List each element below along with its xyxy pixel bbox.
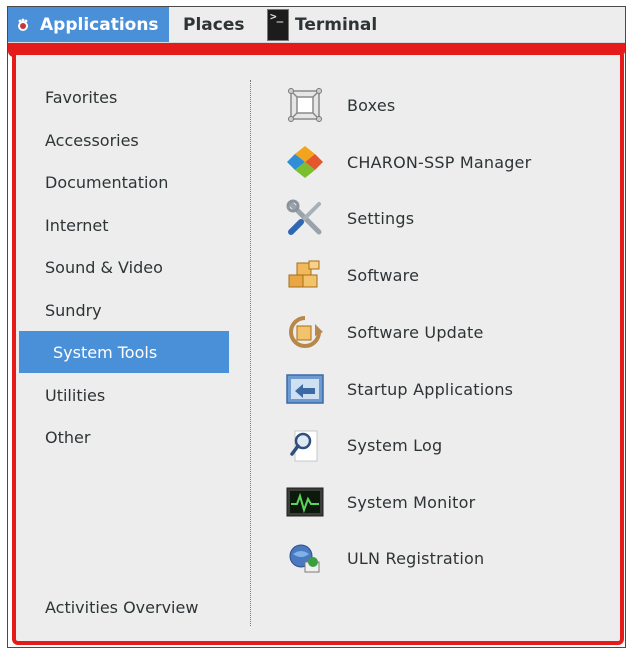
category-label: Other [45,427,91,447]
system-monitor-icon [286,487,324,517]
app-label: System Log [347,435,443,455]
category-label: Internet [45,215,109,235]
app-label: ULN Registration [347,548,485,568]
terminal-icon: >_ [267,8,289,41]
startup-applications-icon [286,374,324,404]
category-label: Sundry [45,300,102,320]
category-label: Accessories [45,130,139,150]
app-label: Boxes [347,95,396,115]
boxes-icon [288,88,322,122]
software-update-icon [289,316,323,348]
category-documentation[interactable]: Documentation [12,161,222,203]
applications-label: Applications [40,14,159,35]
app-system-log[interactable]: System Log [285,420,615,470]
gnome-foot-icon [18,18,28,31]
app-software-update[interactable]: Software Update [285,307,615,357]
category-label: Documentation [45,172,169,192]
category-label: Favorites [45,87,118,107]
app-settings[interactable]: Settings [285,193,615,243]
app-charon-ssp-manager[interactable]: CHARON-SSP Manager [285,137,615,187]
category-accessories[interactable]: Accessories [12,119,222,161]
activities-overview-button[interactable]: Activities Overview [12,586,242,628]
app-boxes[interactable]: Boxes [285,80,615,130]
app-label: System Monitor [347,492,476,512]
app-startup-applications[interactable]: Startup Applications [285,364,615,414]
category-sound-video[interactable]: Sound & Video [12,246,222,288]
charon-icon [287,146,323,178]
places-menu-button[interactable]: Places [175,7,263,42]
places-label: Places [183,14,245,35]
activities-overview-label: Activities Overview [45,597,199,617]
category-system-tools[interactable]: System Tools [19,331,229,373]
category-other[interactable]: Other [12,416,222,458]
app-label: Startup Applications [347,379,514,399]
category-utilities[interactable]: Utilities [12,374,222,416]
category-label: System Tools [53,342,158,362]
software-icon [288,260,320,288]
category-internet[interactable]: Internet [12,204,222,246]
terminal-label: Terminal [295,14,378,35]
app-label: Software [347,265,420,285]
category-label: Utilities [45,385,106,405]
category-label: Sound & Video [45,257,163,277]
app-label: Software Update [347,322,484,342]
app-software[interactable]: Software [285,250,615,300]
category-sundry[interactable]: Sundry [12,289,222,331]
category-favorites[interactable]: Favorites [12,76,222,118]
app-system-monitor[interactable]: System Monitor [285,477,615,527]
settings-icon [286,199,322,235]
app-uln-registration[interactable]: ULN Registration [285,533,615,583]
system-log-icon [290,430,318,462]
app-label: Settings [347,208,415,228]
applications-menu-button[interactable]: Applications [8,7,169,42]
terminal-window-button[interactable]: >_ Terminal [263,7,393,42]
menu-divider [250,80,251,626]
app-label: CHARON-SSP Manager [347,152,532,172]
top-bar: Applications Places >_ Terminal [8,7,625,43]
uln-registration-icon [289,544,320,573]
